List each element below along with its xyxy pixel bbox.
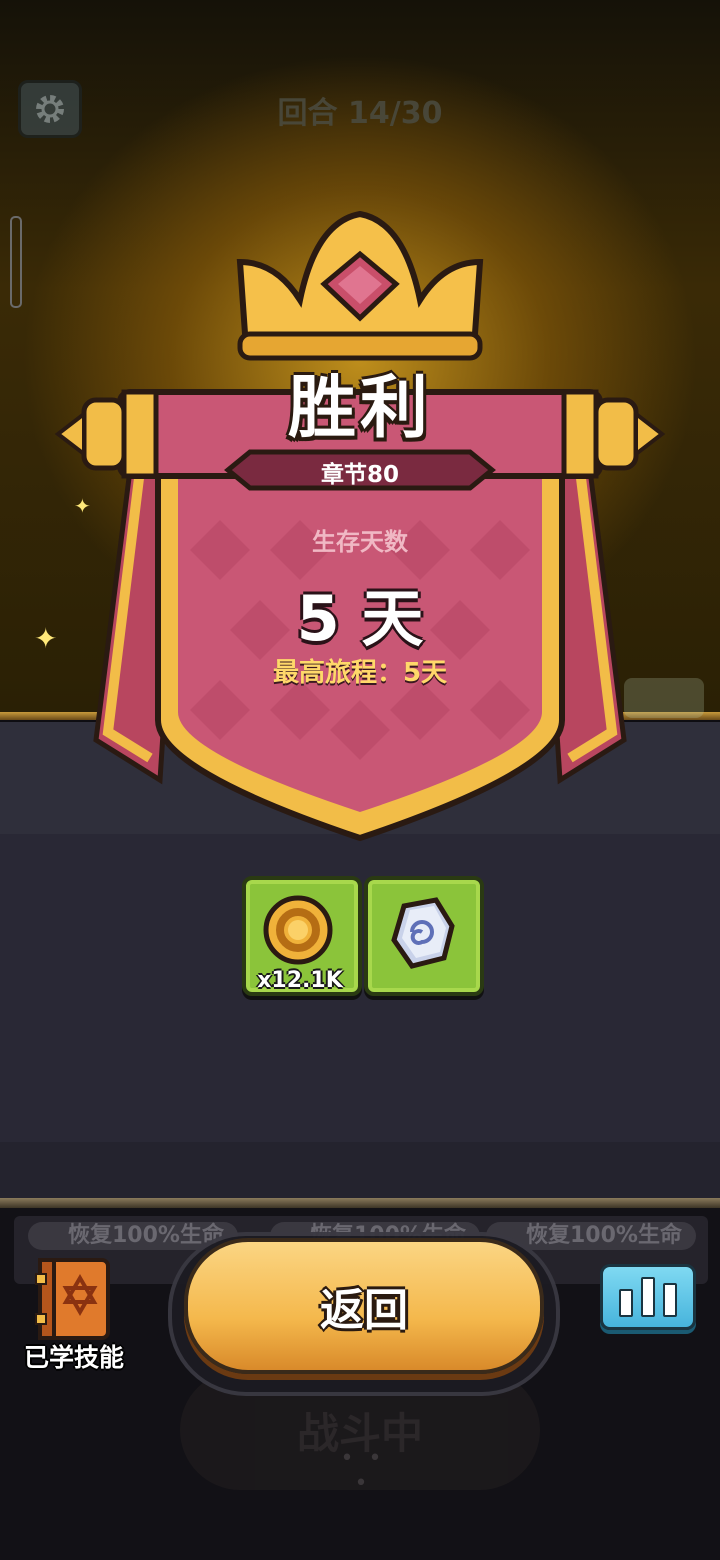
bar-chart-icon (641, 1277, 655, 1317)
victory-title: 胜利 (287, 369, 432, 448)
best-journey-label: 最高旅程：5天 (272, 658, 448, 688)
bar-chart-icon (619, 1289, 633, 1317)
rune-stone-icon (391, 897, 455, 969)
reward-rune-card[interactable] (364, 876, 484, 996)
skill-book-icon[interactable] (34, 1256, 114, 1342)
result-panel-bottom (0, 1142, 720, 1198)
survival-days-label: 生存天数 (312, 528, 408, 556)
divider (0, 1198, 720, 1208)
chapter-label: 章节80 (320, 462, 399, 488)
return-button[interactable]: 返回 (184, 1238, 544, 1374)
survival-days-value: 5 天 (296, 582, 424, 655)
round-counter: 回合 14/30 (277, 96, 443, 131)
return-button-label: 返回 (320, 1285, 408, 1336)
bar-chart-icon (663, 1283, 677, 1317)
fighting-dots: • • • (340, 1446, 386, 1496)
learned-skills-label[interactable]: 已学技能 (14, 1338, 134, 1374)
stats-button[interactable] (600, 1264, 696, 1330)
reward-gold-count: x12.1K (257, 968, 343, 993)
